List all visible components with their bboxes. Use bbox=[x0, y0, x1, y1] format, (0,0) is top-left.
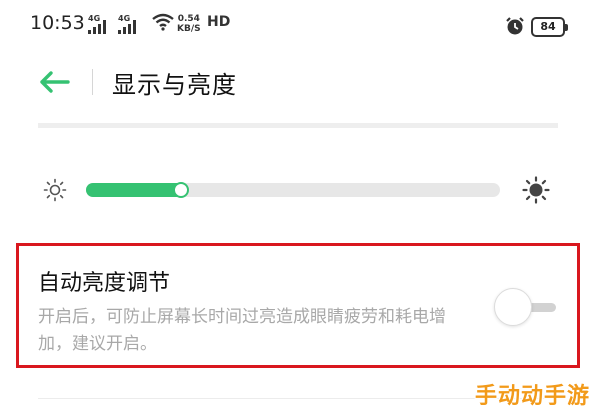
section-divider bbox=[38, 123, 558, 128]
brightness-slider-thumb[interactable] bbox=[173, 182, 189, 198]
hd-voice-icon: HD bbox=[207, 14, 231, 30]
auto-brightness-title: 自动亮度调节 bbox=[38, 271, 171, 296]
sun-high-icon bbox=[522, 176, 550, 204]
auto-brightness-description: 开启后，可防止屏幕长时间过亮造成眼睛疲劳和耗电增加，建议开启。 bbox=[38, 307, 446, 354]
back-arrow-icon[interactable] bbox=[38, 70, 70, 94]
status-bar: 10:53 4G 4G 0.54 KB/S HD 84 bbox=[0, 0, 594, 52]
signal-bars-icon bbox=[88, 20, 106, 34]
status-time: 10:53 bbox=[30, 12, 85, 34]
header-divider bbox=[92, 69, 93, 95]
network-speed: 0.54 KB/S bbox=[177, 14, 201, 34]
signal-strength-icon: 4G bbox=[88, 14, 106, 34]
sun-low-icon bbox=[43, 178, 67, 202]
toggle-knob bbox=[494, 288, 532, 326]
wifi-icon bbox=[152, 13, 174, 31]
brightness-slider-fill bbox=[86, 183, 185, 197]
page-title: 显示与亮度 bbox=[112, 71, 237, 99]
network-speed-value: 0.54 bbox=[177, 14, 200, 24]
network-speed-unit: KB/S bbox=[177, 24, 201, 34]
battery-icon: 84 bbox=[531, 17, 568, 37]
watermark-logo: 手动动手游 bbox=[475, 384, 591, 409]
brightness-slider[interactable] bbox=[86, 182, 500, 198]
battery-level: 84 bbox=[540, 20, 556, 33]
alarm-clock-icon bbox=[506, 17, 524, 35]
signal-strength-icon: 4G bbox=[118, 14, 136, 34]
auto-brightness-toggle[interactable] bbox=[494, 287, 558, 329]
signal-bars-icon bbox=[118, 20, 136, 34]
